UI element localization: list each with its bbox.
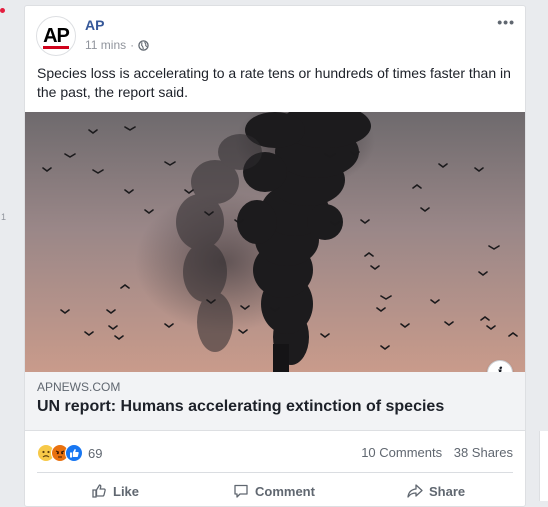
- page-name-link[interactable]: AP: [85, 17, 104, 33]
- link-domain: APNEWS.COM: [37, 380, 121, 394]
- post-card: AP AP 11 mins · ••• Species loss is acce…: [24, 5, 526, 507]
- meta-separator: ·: [130, 38, 135, 52]
- post-meta: 11 mins ·: [85, 38, 149, 52]
- reaction-count: 69: [88, 445, 103, 461]
- post-timestamp[interactable]: 11 mins: [85, 38, 126, 52]
- share-label: Share: [429, 483, 466, 499]
- post-text: Species loss is accelerating to a rate t…: [37, 65, 511, 100]
- thumbs-up-icon: [92, 484, 106, 498]
- comment-icon: [234, 484, 248, 498]
- notification-dot: [0, 8, 5, 13]
- avatar-logo-text: AP: [43, 25, 70, 47]
- reactions-summary[interactable]: 69: [37, 444, 102, 462]
- next-card-edge: [539, 431, 548, 501]
- globe-icon: [138, 39, 149, 51]
- share-icon: [407, 484, 423, 498]
- like-button[interactable]: Like: [91, 483, 139, 499]
- comments-count-link[interactable]: 10 Comments: [361, 445, 442, 460]
- shares-count-link[interactable]: 38 Shares: [454, 445, 513, 460]
- page-avatar[interactable]: AP: [36, 16, 76, 56]
- link-title[interactable]: UN report: Humans accelerating extinctio…: [37, 398, 444, 416]
- link-preview[interactable]: APNEWS.COM UN report: Humans acceleratin…: [25, 372, 525, 431]
- like-label: Like: [113, 483, 140, 499]
- avatar-logo-bar: [43, 46, 69, 49]
- left-rail-number: 1: [1, 212, 7, 222]
- smokestack-photo: [25, 112, 525, 372]
- comment-label: Comment: [255, 483, 315, 499]
- more-options-icon[interactable]: •••: [497, 14, 515, 30]
- like-icon: [65, 444, 83, 462]
- comment-button[interactable]: Comment: [233, 483, 315, 499]
- share-button[interactable]: Share: [407, 483, 465, 499]
- action-divider: [37, 472, 513, 473]
- engagement-counts: 10 Comments 38 Shares: [353, 445, 513, 460]
- post-photo[interactable]: i: [25, 112, 525, 372]
